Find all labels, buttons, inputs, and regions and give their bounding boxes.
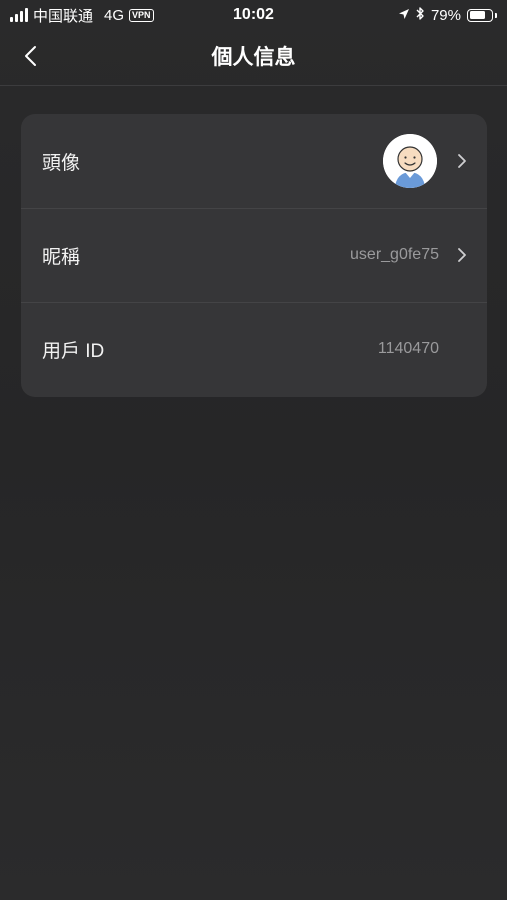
status-bar: 中国联通 4G VPN 10:02 79% (0, 0, 507, 30)
chevron-right-icon (455, 152, 469, 170)
location-arrow-icon (398, 7, 410, 24)
battery-cap (495, 12, 497, 18)
page-title: 個人信息 (211, 46, 296, 69)
battery-icon (467, 8, 493, 22)
status-right: 79% (398, 0, 497, 30)
user-id-row: 用戶 ID 1140470 (21, 302, 487, 396)
avatar (383, 134, 437, 188)
avatar-row-label: 頭像 (42, 152, 81, 174)
nickname-value: user_g0fe75 (350, 246, 439, 263)
nickname-row-label: 昵稱 (42, 246, 81, 268)
profile-card: 頭像 昵稱 user_g0fe75 用戶 ID 1140470 (21, 114, 487, 397)
back-button[interactable] (14, 42, 46, 74)
nickname-row[interactable]: 昵稱 user_g0fe75 (21, 208, 487, 302)
user-id-row-label: 用戶 ID (42, 340, 105, 362)
user-id-value: 1140470 (377, 340, 439, 357)
avatar-row[interactable]: 頭像 (21, 114, 487, 208)
chevron-left-icon (23, 45, 37, 72)
battery-percent: 79% (430, 6, 461, 24)
battery-fill (469, 11, 486, 19)
chevron-right-icon (455, 246, 469, 264)
navigation-bar: 個人信息 (0, 30, 507, 86)
bluetooth-icon (416, 6, 425, 25)
